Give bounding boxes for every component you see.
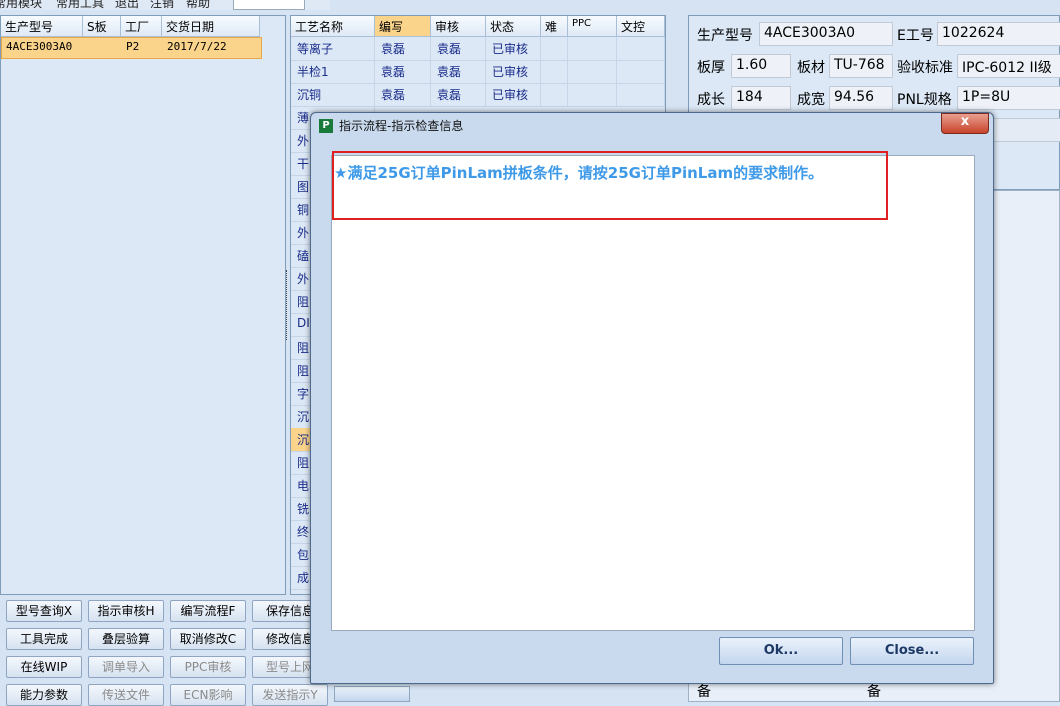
process-row[interactable]: 半检1 袁磊 袁磊 已审核: [291, 60, 665, 84]
order-grid-header: 生产型号 S板 工厂 交货日期: [1, 16, 260, 37]
col-model[interactable]: 生产型号: [1, 16, 83, 36]
cell-writer: 袁磊: [375, 37, 431, 60]
cancel-edit-button[interactable]: 取消修改C: [170, 628, 246, 650]
field-pnl-spec[interactable]: 1P=8U: [957, 86, 1060, 110]
label-e-number: E工号: [897, 28, 934, 44]
label-pnl-spec: PNL规格: [897, 92, 952, 108]
col-delivery-date[interactable]: 交货日期: [162, 16, 260, 36]
ppc-review-button[interactable]: PPC审核: [170, 656, 246, 678]
cell-ppc: [568, 83, 617, 106]
cell-reviewer: 袁磊: [431, 37, 486, 60]
field-model[interactable]: 4ACE3003A0: [759, 22, 893, 46]
button-panel: 型号查询X 指示审核H 编写流程F 保存信息 工具完成 叠层验算 取消修改C 修…: [0, 596, 330, 706]
label-length: 成长: [697, 92, 725, 108]
menu-help[interactable]: 帮助: [186, 0, 210, 10]
field-thickness[interactable]: 1.60: [731, 54, 791, 78]
tool-complete-button[interactable]: 工具完成: [6, 628, 82, 650]
cell-document-control: [617, 37, 665, 60]
field-e-number[interactable]: 1022624: [937, 22, 1060, 46]
app-logo-icon: P: [319, 119, 333, 133]
cell-process-name: 等离子: [291, 37, 375, 60]
dialog-title: 指示流程-指示检查信息: [339, 119, 464, 133]
send-file-button[interactable]: 传送文件: [88, 684, 164, 706]
cell-s-board: [84, 38, 122, 58]
label-standard: 验收标准: [897, 60, 953, 76]
label-material: 板材: [797, 60, 825, 76]
cell-delivery-date: 2017/7/22: [167, 40, 227, 53]
process-row[interactable]: 沉铜 袁磊 袁磊 已审核: [291, 83, 665, 107]
cell-process-name: 沉铜: [291, 83, 375, 106]
ok-button[interactable]: Ok...: [719, 637, 843, 665]
col-difficulty[interactable]: 难: [541, 16, 568, 36]
stackup-check-button[interactable]: 叠层验算: [88, 628, 164, 650]
model-query-button[interactable]: 型号查询X: [6, 600, 82, 622]
field-standard[interactable]: IPC-6012 II级: [957, 54, 1060, 78]
cell-process-name: 半检1: [291, 60, 375, 83]
col-reviewer[interactable]: 审核: [431, 16, 486, 36]
field-material[interactable]: TU-768: [829, 54, 893, 78]
cell-document-control: [617, 60, 665, 83]
cell-ppc: [568, 37, 617, 60]
online-wip-button[interactable]: 在线WIP: [6, 656, 82, 678]
menu-common-tools[interactable]: 常用工具: [56, 0, 104, 10]
write-process-button[interactable]: 编写流程F: [170, 600, 246, 622]
field-width[interactable]: 94.56: [829, 86, 893, 110]
menu-logout[interactable]: 注销: [150, 0, 174, 10]
cell-document-control: [617, 83, 665, 106]
order-row-selected[interactable]: 4ACE3003A0 P2 2017/7/22: [1, 37, 262, 59]
cell-factory: P2: [126, 40, 140, 53]
order-import-button[interactable]: 调单导入: [88, 656, 164, 678]
col-writer[interactable]: 编写: [375, 16, 431, 36]
highlight-box: [332, 151, 888, 220]
occluded-button[interactable]: [334, 686, 410, 702]
col-factory[interactable]: 工厂: [121, 16, 162, 36]
cell-difficulty: [541, 60, 568, 83]
menu-combo-box[interactable]: [233, 0, 305, 10]
instruction-review-button[interactable]: 指示审核H: [88, 600, 164, 622]
close-button[interactable]: Close...: [850, 637, 974, 665]
label-width: 成宽: [797, 92, 825, 108]
footer-label-right: 备: [867, 684, 881, 700]
instruction-check-dialog: P 指示流程-指示检查信息 x ★满足25G订单PinLam拼板条件，请按25G…: [310, 112, 994, 684]
menubar: 常用模块 常用工具 退出 注销 帮助: [0, 0, 330, 10]
cell-status: 已审核: [486, 37, 541, 60]
col-ppc[interactable]: PPC: [568, 16, 617, 36]
cell-status: 已审核: [486, 83, 541, 106]
cell-ppc: [568, 60, 617, 83]
process-grid-header: 工艺名称 编写 审核 状态 难 PPC 文控: [291, 16, 665, 37]
cell-model: 4ACE3003A0: [6, 40, 73, 53]
dialog-close-icon[interactable]: x: [941, 113, 989, 134]
label-thickness: 板厚: [697, 60, 725, 76]
order-grid: 生产型号 S板 工厂 交货日期 4ACE3003A0 P2 2017/7/22: [0, 15, 286, 595]
footer-label-left: 备: [697, 684, 711, 700]
cell-reviewer: 袁磊: [431, 60, 486, 83]
col-process-name[interactable]: 工艺名称: [291, 16, 375, 36]
label-model: 生产型号: [697, 28, 753, 44]
ecn-impact-button[interactable]: ECN影响: [170, 684, 246, 706]
send-instruction-button[interactable]: 发送指示Y: [252, 684, 328, 706]
cell-status: 已审核: [486, 60, 541, 83]
cell-writer: 袁磊: [375, 83, 431, 106]
cell-difficulty: [541, 83, 568, 106]
cell-difficulty: [541, 37, 568, 60]
capability-params-button[interactable]: 能力参数: [6, 684, 82, 706]
col-s-board[interactable]: S板: [83, 16, 121, 36]
menu-exit[interactable]: 退出: [115, 0, 139, 10]
process-row[interactable]: 等离子 袁磊 袁磊 已审核: [291, 37, 665, 61]
col-document-control[interactable]: 文控: [617, 16, 665, 36]
col-status[interactable]: 状态: [486, 16, 541, 36]
cell-reviewer: 袁磊: [431, 83, 486, 106]
cell-writer: 袁磊: [375, 60, 431, 83]
menu-common-modules[interactable]: 常用模块: [0, 0, 42, 10]
message-box: ★满足25G订单PinLam拼板条件，请按25G订单PinLam的要求制作。: [331, 155, 975, 631]
field-length[interactable]: 184: [731, 86, 791, 110]
